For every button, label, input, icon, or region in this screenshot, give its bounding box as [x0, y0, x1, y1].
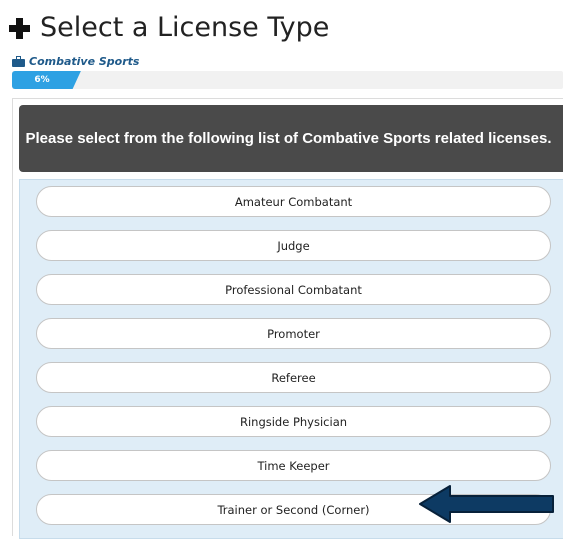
- plus-icon: [9, 17, 30, 39]
- briefcase-icon: [12, 55, 25, 67]
- progress-bar: 6%: [12, 71, 563, 89]
- license-option-judge[interactable]: Judge: [36, 230, 551, 261]
- license-option-professional-combatant[interactable]: Professional Combatant: [36, 274, 551, 305]
- page-title: Select a License Type: [40, 12, 330, 43]
- progress-label: 6%: [34, 75, 50, 85]
- instructions-text: Please select from the following list of…: [25, 129, 552, 147]
- instructions-banner: Please select from the following list of…: [19, 105, 563, 172]
- license-option-promoter[interactable]: Promoter: [36, 318, 551, 349]
- page-header: Select a License Type: [9, 8, 329, 48]
- license-option-ringside-physician[interactable]: Ringside Physician: [36, 406, 551, 437]
- license-selection-panel: Please select from the following list of…: [12, 98, 563, 539]
- category-label: Combative Sports: [29, 54, 140, 68]
- left-arrow-icon: [419, 485, 554, 523]
- license-option-time-keeper[interactable]: Time Keeper: [36, 450, 551, 481]
- category-breadcrumb: Combative Sports: [12, 54, 139, 68]
- license-option-amateur-combatant[interactable]: Amateur Combatant: [36, 186, 551, 217]
- license-option-referee[interactable]: Referee: [36, 362, 551, 393]
